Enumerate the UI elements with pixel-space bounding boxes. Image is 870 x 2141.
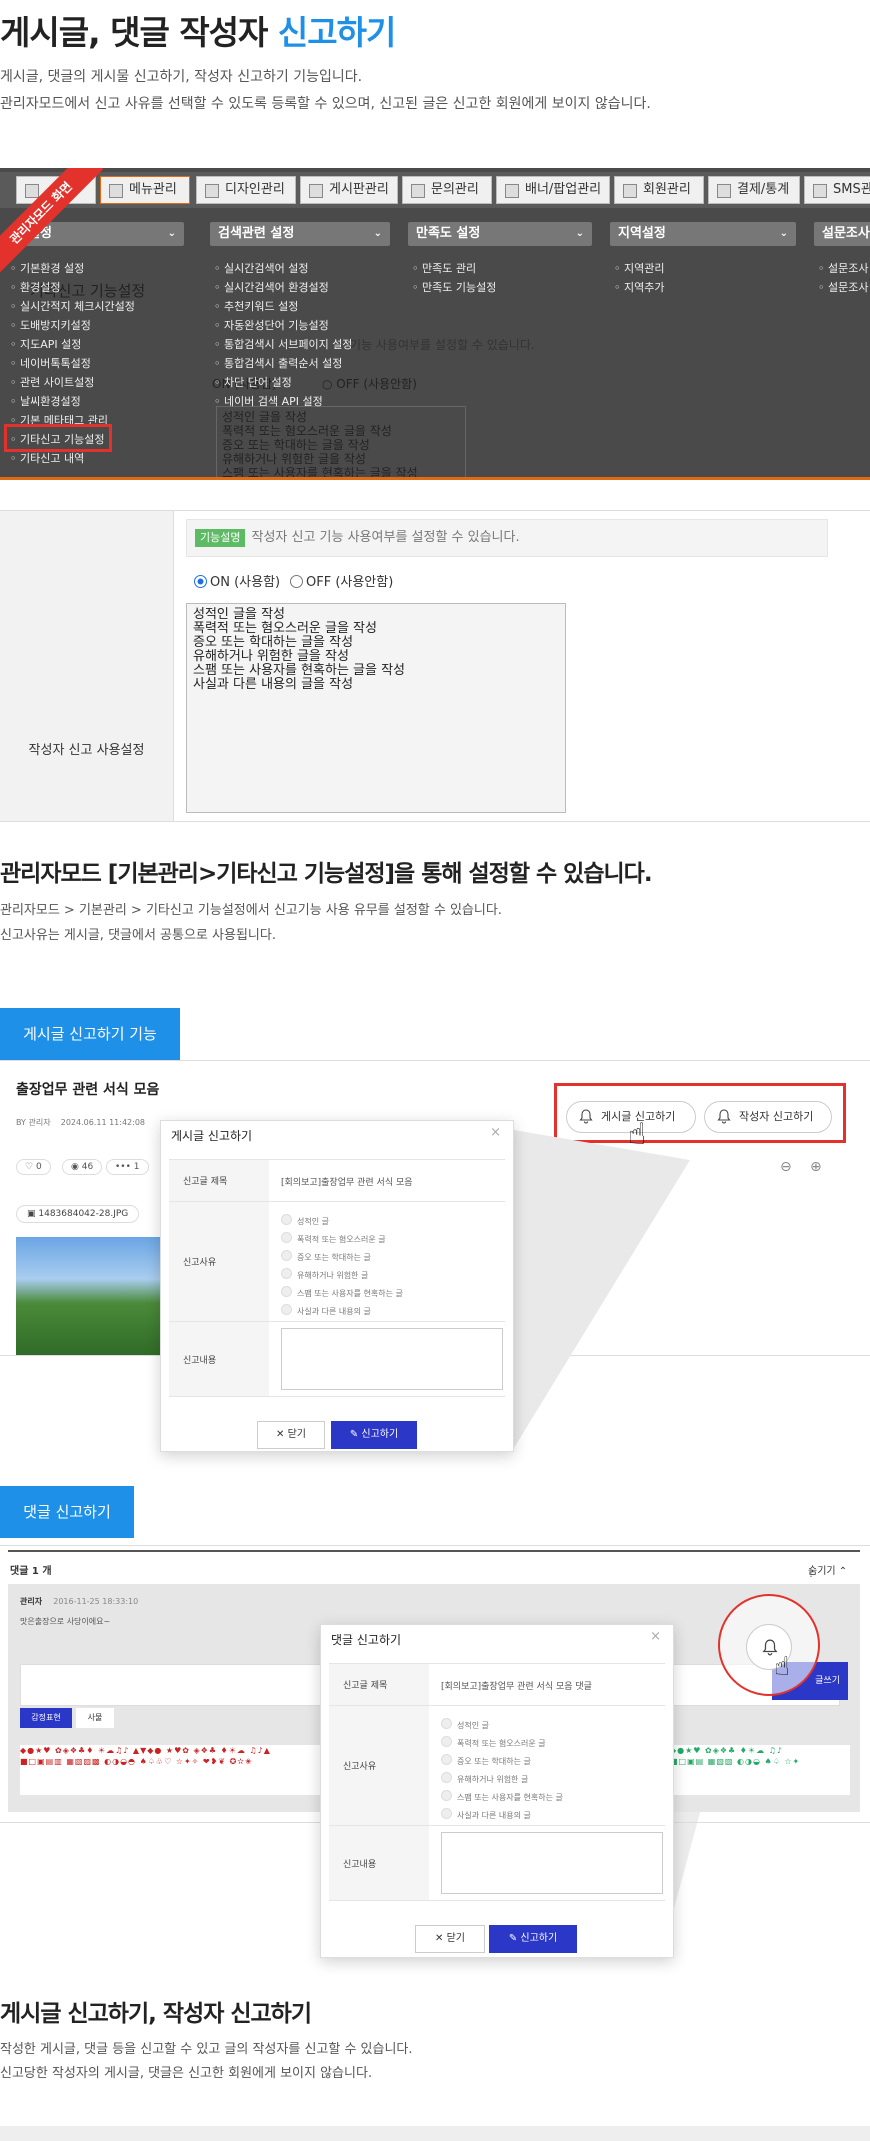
- reason-option[interactable]: 스팸 또는 사용자를 현혹하는 글: [441, 1790, 563, 1803]
- footer-strip: [0, 2126, 870, 2141]
- emoticon-tab-emotion[interactable]: 감정표현: [20, 1708, 72, 1728]
- subject-row: 신고글 제목 [회의보고]출장업무 관련 서식 모음: [169, 1159, 505, 1201]
- reason-option[interactable]: 스팸 또는 사용자를 현혹하는 글: [281, 1286, 403, 1299]
- subject-value: [회의보고]출장업무 관련 서식 모음: [281, 1178, 413, 1188]
- section2-line-1: 작성한 게시글, 댓글 등을 신고할 수 있고 글의 작성자를 신고할 수 있습…: [0, 2042, 413, 2057]
- content-row: 신고내용: [169, 1321, 505, 1397]
- subject-row: 신고글 제목 [회의보고]출장업무 관련 서식 모음 댓글: [329, 1663, 665, 1705]
- emoticon-tab-object[interactable]: 사물: [76, 1708, 114, 1728]
- reason-option[interactable]: 사실과 다른 내용의 글: [281, 1304, 371, 1317]
- kebab-icon[interactable]: ⋮: [806, 1568, 816, 1582]
- modal-report-button[interactable]: ✎ 신고하기: [331, 1421, 417, 1449]
- modal-report-button[interactable]: ✎ 신고하기: [489, 1925, 577, 1953]
- content-textarea[interactable]: [441, 1832, 663, 1894]
- reason-option[interactable]: 성적인 글: [441, 1718, 489, 1731]
- reason-option[interactable]: 유해하거나 위험한 글: [441, 1772, 528, 1785]
- comment-report-modal: 댓글 신고하기 × 신고글 제목 [회의보고]출장업무 관련 서식 모음 댓글 …: [320, 1624, 674, 1958]
- reason-row: 신고사유 성적인 글 폭력적 또는 혐오스러운 글 증오 또는 학대하는 글 유…: [169, 1201, 505, 1321]
- reason-row: 신고사유 성적인 글 폭력적 또는 혐오스러운 글 증오 또는 학대하는 글 유…: [329, 1705, 665, 1825]
- section2-line-2: 신고당한 작성자의 게시글, 댓글은 신고한 회원에게 보이지 않습니다.: [0, 2066, 373, 2081]
- reason-option[interactable]: 성적인 글: [281, 1214, 329, 1227]
- reason-option[interactable]: 폭력적 또는 혐오스러운 글: [441, 1736, 546, 1749]
- post-report-modal: 게시글 신고하기 × 신고글 제목 [회의보고]출장업무 관련 서식 모음 신고…: [160, 1120, 514, 1452]
- content-row: 신고내용: [329, 1825, 665, 1901]
- comment-text: 맛은출장으로 사당이에요~: [20, 1617, 111, 1626]
- reason-option[interactable]: 증오 또는 학대하는 글: [281, 1250, 371, 1263]
- reason-option[interactable]: 유해하거나 위험한 글: [281, 1268, 368, 1281]
- reason-option[interactable]: 사실과 다른 내용의 글: [441, 1808, 531, 1821]
- emoticon-strip-left[interactable]: ◆●★♥ ✿◈❖♣♦ ☀☁♫♪ ▲▼◆● ★♥✿ ◈❖♣ ♦☀☁ ♫♪▲ ■□▣…: [20, 1745, 320, 1795]
- modal-close-button[interactable]: ✕ 닫기: [415, 1925, 485, 1953]
- pointer-hand-icon: ☝: [774, 1652, 790, 1682]
- subject-value: [회의보고]출장업무 관련 서식 모음 댓글: [441, 1682, 592, 1692]
- reason-option[interactable]: 폭력적 또는 혐오스러운 글: [281, 1232, 386, 1245]
- section2-title: 게시글 신고하기, 작성자 신고하기: [0, 2001, 312, 2027]
- close-icon[interactable]: ×: [490, 1125, 501, 1140]
- comment-report-badge: 댓글 신고하기: [0, 1486, 134, 1538]
- modal-title: 게시글 신고하기: [171, 1129, 253, 1143]
- modal-title: 댓글 신고하기: [331, 1633, 402, 1647]
- comment-author: 관리자 2016-11-25 18:33:10: [20, 1597, 139, 1606]
- reason-option[interactable]: 증오 또는 학대하는 글: [441, 1754, 531, 1767]
- emoticon-strip-right[interactable]: ◆●★♥ ✿◈❖♣ ♦☀☁ ♫♪ ■□▣▤ ▦▧▨ ◐◑◒ ♠♤ ☆✦: [670, 1745, 850, 1795]
- close-icon[interactable]: ×: [650, 1629, 661, 1644]
- content-textarea[interactable]: [281, 1328, 503, 1390]
- modal-close-button[interactable]: ✕ 닫기: [257, 1421, 325, 1449]
- comment-count: 댓글 1 개: [10, 1566, 52, 1577]
